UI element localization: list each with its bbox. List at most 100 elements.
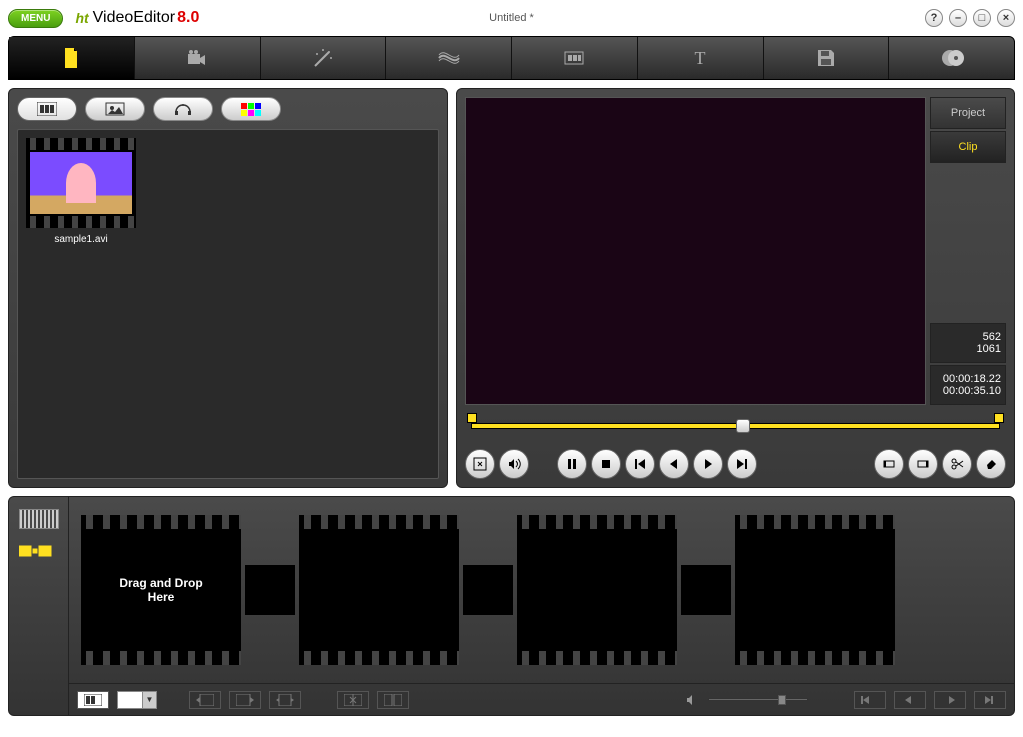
- slider-thumb[interactable]: [736, 419, 750, 433]
- drop-hint: Drag and Drop Here: [119, 576, 202, 604]
- transition-slot[interactable]: [463, 565, 513, 615]
- storyboard-track[interactable]: Drag and Drop Here: [69, 497, 1014, 683]
- storyboard-toolbar: ▼: [69, 683, 1014, 715]
- tab-capture[interactable]: [135, 37, 261, 79]
- nav-prev-icon: [861, 694, 879, 706]
- help-button[interactable]: ?: [925, 9, 943, 27]
- storyboard-panel: Drag and Drop Here ▼: [8, 496, 1015, 716]
- sb-add-clip-button[interactable]: [77, 691, 109, 709]
- tab-media[interactable]: [9, 37, 135, 79]
- prev-icon: [633, 457, 647, 471]
- scissors-icon: [950, 457, 964, 471]
- fit-icon: [473, 457, 487, 471]
- media-tab-video[interactable]: [17, 97, 77, 121]
- preview-screen[interactable]: [465, 97, 926, 405]
- preview-tab-project[interactable]: Project: [930, 97, 1006, 129]
- close-button[interactable]: ×: [997, 9, 1015, 27]
- logo-prefix: ht: [75, 10, 88, 26]
- tab-text[interactable]: T: [638, 37, 764, 79]
- step-fwd-icon: [701, 457, 715, 471]
- media-tab-image[interactable]: [85, 97, 145, 121]
- media-tab-audio[interactable]: [153, 97, 213, 121]
- sb-nav-fwd[interactable]: [934, 691, 966, 709]
- preview-slider[interactable]: [465, 413, 1006, 441]
- media-tab-color[interactable]: [221, 97, 281, 121]
- next-button[interactable]: [727, 449, 757, 479]
- slider-in-marker[interactable]: [467, 413, 477, 423]
- mark-out-icon: [916, 457, 930, 471]
- clip-merge-icon: [384, 694, 402, 706]
- time-total: 00:00:35.10: [943, 385, 1001, 397]
- sb-tool-5[interactable]: [377, 691, 409, 709]
- sb-nav-next[interactable]: [974, 691, 1006, 709]
- storyboard-slot[interactable]: [735, 515, 895, 665]
- fit-button[interactable]: [465, 449, 495, 479]
- speaker-icon: [507, 457, 521, 471]
- preview-panel: Project Clip 562 1061 00:00:18.22 00:00:…: [456, 88, 1015, 488]
- nav-back-icon: [901, 694, 919, 706]
- mark-out-button[interactable]: [908, 449, 938, 479]
- volume-button[interactable]: [499, 449, 529, 479]
- mode-storyboard-button[interactable]: [19, 541, 59, 561]
- delete-button[interactable]: [976, 449, 1006, 479]
- step-back-button[interactable]: [659, 449, 689, 479]
- volume-thumb[interactable]: [778, 695, 786, 705]
- sb-tool-2[interactable]: [229, 691, 261, 709]
- tab-burn[interactable]: [889, 37, 1014, 79]
- stop-icon: [599, 457, 613, 471]
- sb-tool-1[interactable]: [189, 691, 221, 709]
- transition-slot[interactable]: [245, 565, 295, 615]
- maximize-button[interactable]: □: [973, 9, 991, 27]
- tab-effects[interactable]: [261, 37, 387, 79]
- preview-controls: [465, 449, 1006, 479]
- mode-timeline-button[interactable]: [19, 509, 59, 529]
- mark-in-button[interactable]: [874, 449, 904, 479]
- window-controls: ? – □ ×: [925, 9, 1015, 27]
- stop-button[interactable]: [591, 449, 621, 479]
- prev-button[interactable]: [625, 449, 655, 479]
- media-panel: sample1.avi: [8, 88, 448, 488]
- volume-slider[interactable]: [708, 698, 808, 701]
- tab-save[interactable]: [764, 37, 890, 79]
- preview-side: Project Clip 562 1061 00:00:18.22 00:00:…: [930, 97, 1006, 405]
- main-toolbar: T: [8, 36, 1015, 80]
- storyboard-slot[interactable]: [517, 515, 677, 665]
- slider-out-marker[interactable]: [994, 413, 1004, 423]
- logo-version: 8.0: [177, 9, 199, 27]
- step-back-icon: [667, 457, 681, 471]
- time-current: 00:00:18.22: [943, 373, 1001, 385]
- pause-button[interactable]: [557, 449, 587, 479]
- audio-icon: [173, 102, 193, 116]
- sb-tool-4[interactable]: [337, 691, 369, 709]
- sb-nav-back[interactable]: [894, 691, 926, 709]
- media-item[interactable]: sample1.avi: [26, 138, 136, 245]
- sb-tool-3[interactable]: [269, 691, 301, 709]
- preview-tab-clip[interactable]: Clip: [930, 131, 1006, 163]
- storyboard-modes: [9, 497, 69, 715]
- sb-dropdown[interactable]: ▼: [117, 691, 157, 709]
- color-grid-icon: [241, 103, 261, 116]
- step-fwd-button[interactable]: [693, 449, 723, 479]
- clip-left-icon: [196, 694, 214, 706]
- storyboard-slot[interactable]: Drag and Drop Here: [81, 515, 241, 665]
- tab-overlay[interactable]: [512, 37, 638, 79]
- minimize-button[interactable]: –: [949, 9, 967, 27]
- disc-icon: [940, 46, 964, 70]
- camera-icon: [185, 46, 209, 70]
- film-swirl-icon: [437, 46, 461, 70]
- transition-slot[interactable]: [681, 565, 731, 615]
- sb-nav-prev[interactable]: [854, 691, 886, 709]
- svg-text:T: T: [695, 48, 706, 68]
- storyboard-icon: [19, 544, 59, 558]
- storyboard-slot[interactable]: [299, 515, 459, 665]
- save-icon: [814, 46, 838, 70]
- tab-transitions[interactable]: [386, 37, 512, 79]
- media-grid: sample1.avi: [17, 129, 439, 479]
- pause-icon: [565, 457, 579, 471]
- clip-both-icon: [276, 694, 294, 706]
- app-logo: ht VideoEditor 8.0: [75, 9, 199, 27]
- cut-button[interactable]: [942, 449, 972, 479]
- wand-icon: [311, 46, 335, 70]
- nav-fwd-icon: [941, 694, 959, 706]
- menu-button[interactable]: MENU: [8, 9, 63, 28]
